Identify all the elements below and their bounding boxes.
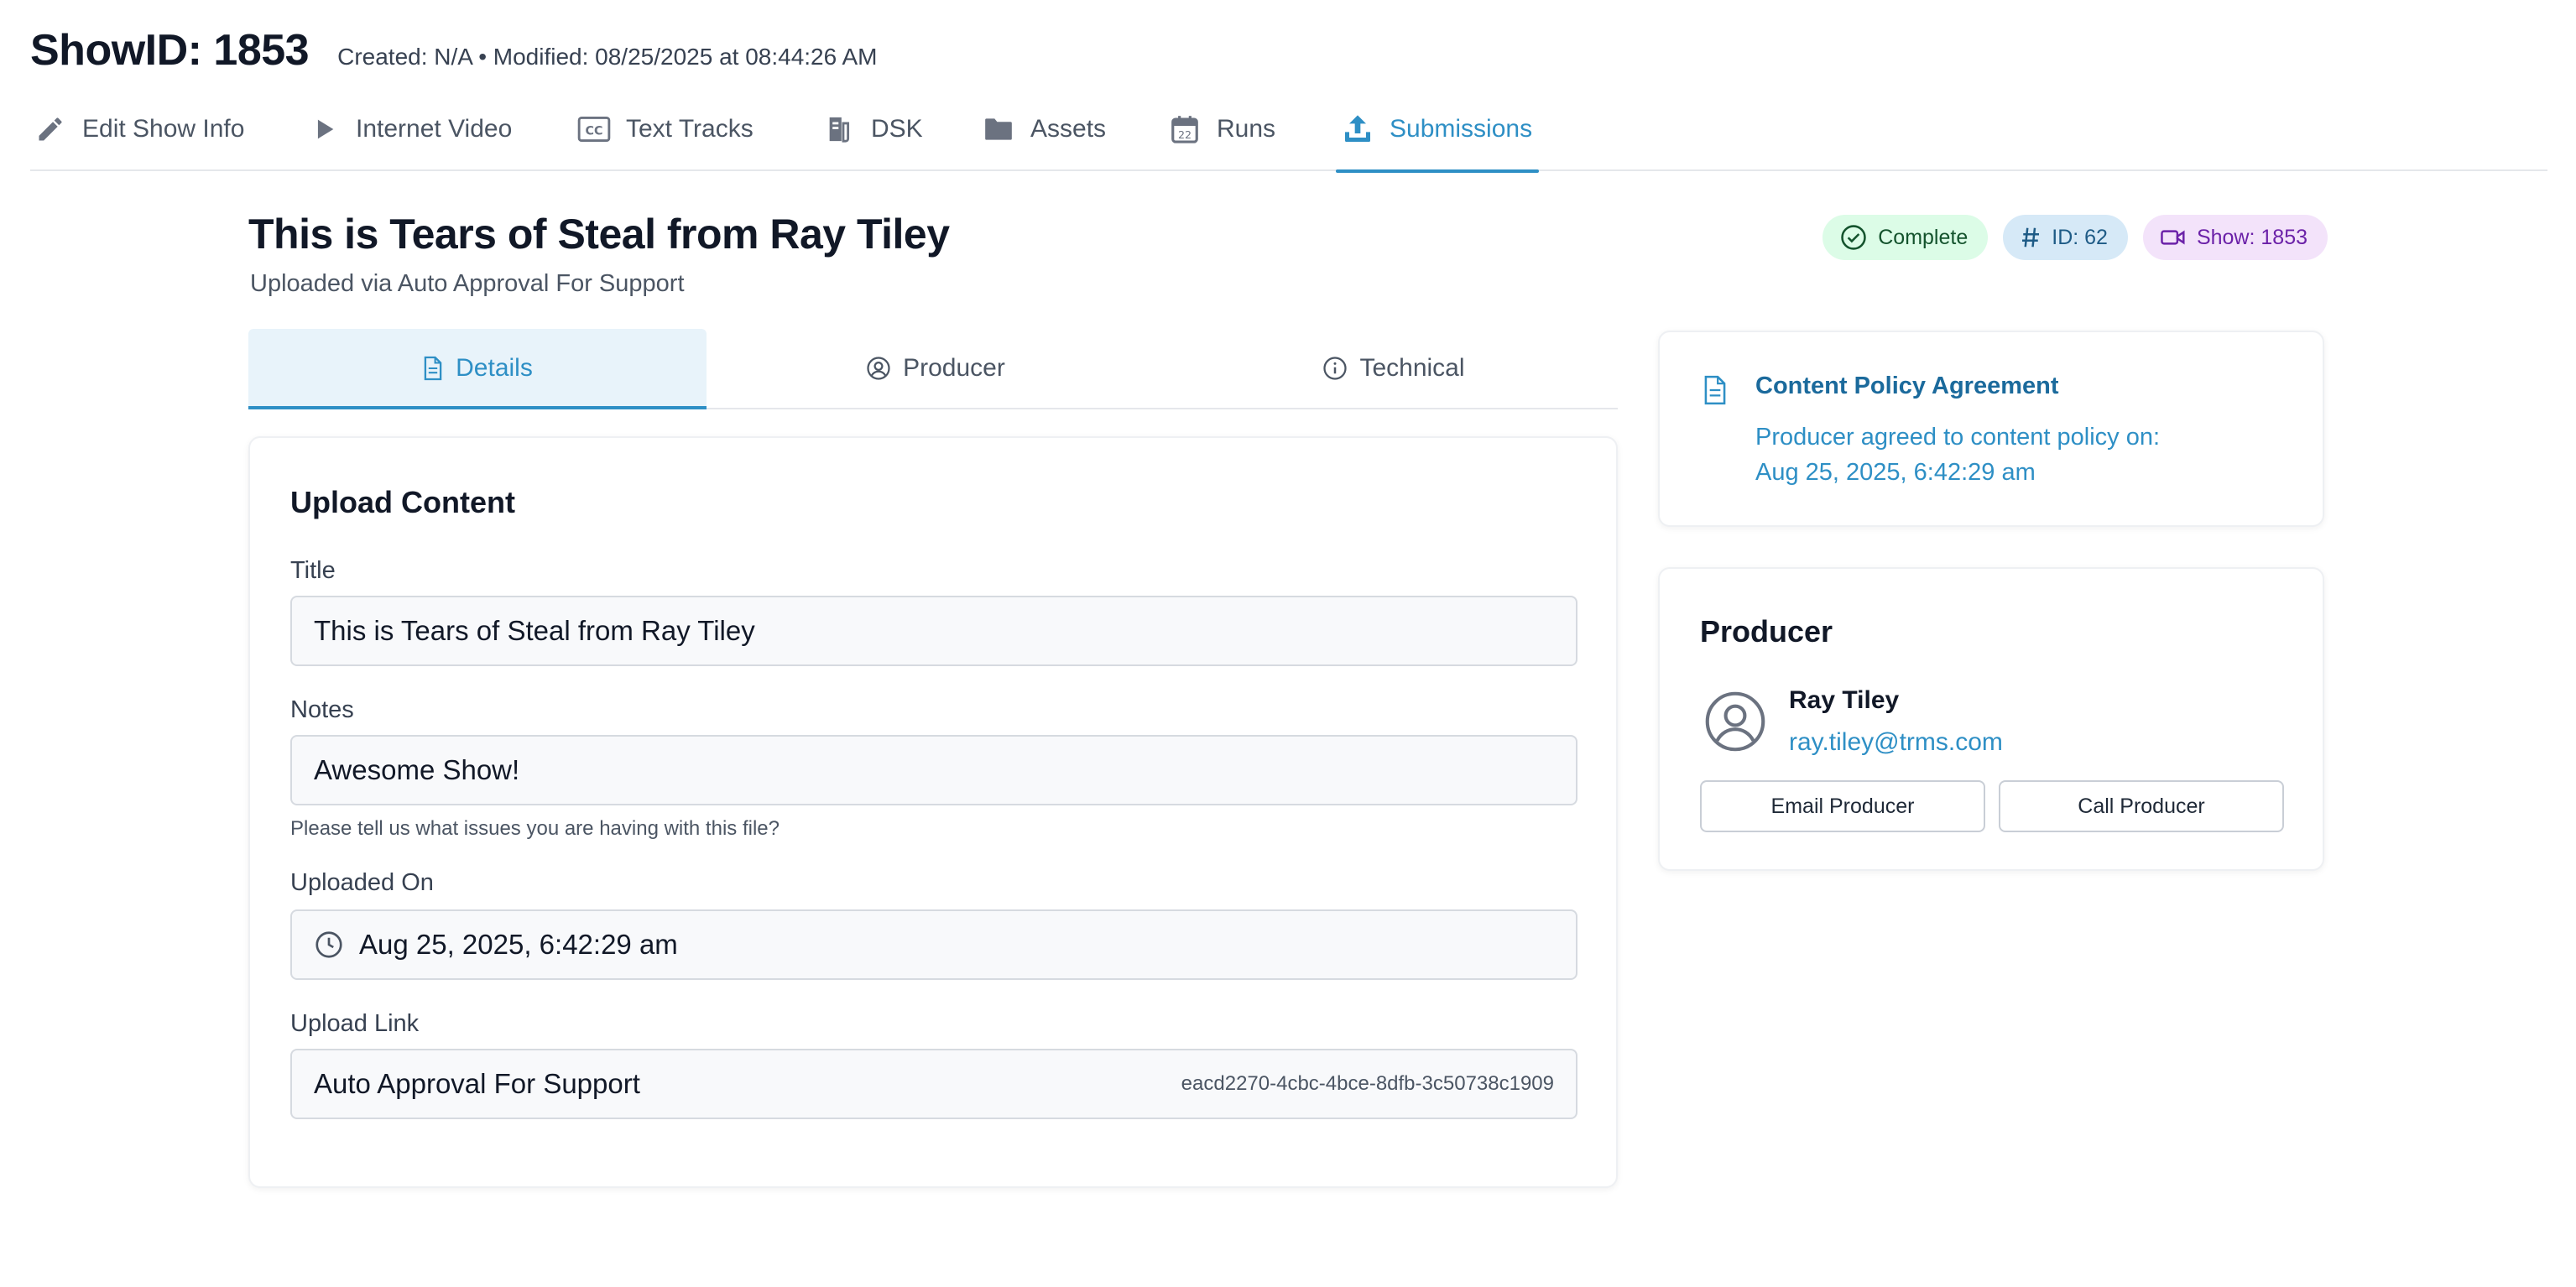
upload-link-id: eacd2270-4cbc-4bce-8dfb-3c50738c1909 [1181, 1072, 1554, 1095]
status-badge: Complete [1822, 215, 1989, 260]
folder-icon [982, 112, 1015, 146]
show-badge-label: Show: 1853 [2196, 225, 2307, 249]
notes-field[interactable]: Awesome Show! [290, 735, 1577, 805]
nav-label: Runs [1217, 115, 1276, 143]
user-circle-icon [866, 356, 891, 381]
call-producer-button[interactable]: Call Producer [1999, 780, 2284, 832]
content-policy-card: Content Policy Agreement Producer agreed… [1658, 331, 2324, 527]
id-badge-label: ID: 62 [2052, 225, 2108, 249]
upload-link-field[interactable]: Auto Approval For Support eacd2270-4cbc-… [290, 1049, 1577, 1119]
producer-card: Producer Ray Tiley ray.tiley@trms.com Em… [1658, 567, 2324, 871]
uploaded-on-label: Uploaded On [290, 869, 434, 896]
submission-subtitle: Uploaded via Auto Approval For Support [250, 270, 685, 297]
show-nav: Edit Show Info Internet Video CC Text Tr… [30, 94, 2547, 173]
nav-internet-video[interactable]: Internet Video [307, 94, 512, 171]
video-camera-icon [2160, 227, 2187, 248]
page-header: ShowID: 1853 Created: N/A • Modified: 08… [30, 25, 877, 76]
tab-label: Details [456, 354, 533, 382]
calendar-icon: 22 [1168, 112, 1202, 146]
nav-text-tracks[interactable]: CC Text Tracks [577, 94, 754, 171]
submission-title: This is Tears of Steal from Ray Tiley [248, 211, 950, 258]
tab-details[interactable]: Details [248, 329, 707, 409]
title-field[interactable]: This is Tears of Steal from Ray Tiley [290, 596, 1577, 666]
nav-submissions[interactable]: Submissions [1335, 94, 1540, 173]
email-producer-button[interactable]: Email Producer [1700, 780, 1985, 832]
show-meta: Created: N/A • Modified: 08/25/2025 at 0… [337, 44, 878, 70]
nav-label: Edit Show Info [82, 115, 245, 143]
policy-agreed-date: Aug 25, 2025, 6:42:29 am [1755, 459, 2036, 486]
closed-captions-icon: CC [577, 112, 611, 146]
nav-runs[interactable]: 22 Runs [1168, 94, 1275, 171]
document-icon [422, 355, 444, 382]
policy-title: Content Policy Agreement [1755, 373, 2059, 399]
tab-label: Producer [903, 354, 1005, 382]
notes-help-text: Please tell us what issues you are havin… [290, 817, 780, 840]
pencil-icon [34, 112, 67, 146]
nav-label: DSK [871, 115, 923, 143]
svg-text:CC: CC [586, 124, 603, 138]
id-badge: ID: 62 [2003, 215, 2128, 260]
nav-assets[interactable]: Assets [982, 94, 1106, 171]
hash-icon [2020, 225, 2042, 250]
uploaded-on-field[interactable]: Aug 25, 2025, 6:42:29 am [290, 909, 1577, 980]
notes-label: Notes [290, 696, 354, 723]
avatar [1703, 690, 1767, 758]
nav-label: Assets [1030, 115, 1107, 143]
upload-content-card: Upload Content Title This is Tears of St… [248, 436, 1618, 1188]
tab-producer[interactable]: Producer [707, 329, 1165, 408]
nav-edit-show-info[interactable]: Edit Show Info [34, 94, 244, 171]
show-badge: Show: 1853 [2142, 215, 2328, 260]
tab-technical[interactable]: Technical [1165, 329, 1623, 408]
document-icon [1702, 374, 1729, 410]
page-title: ShowID: 1853 [30, 26, 310, 75]
calendar-day-text: 22 [1178, 128, 1192, 141]
nav-label: Internet Video [356, 115, 513, 143]
title-label: Title [290, 557, 336, 584]
nav-label: Text Tracks [626, 115, 754, 143]
dsk-icon [822, 112, 856, 146]
tab-label: Technical [1359, 354, 1465, 382]
status-badge-label: Complete [1878, 225, 1969, 249]
upload-link-label: Upload Link [290, 1010, 420, 1037]
clock-icon [314, 930, 344, 960]
upload-link-value: Auto Approval For Support [314, 1068, 640, 1099]
info-icon [1322, 356, 1348, 381]
policy-line-1: Producer agreed to content policy on: [1755, 424, 2161, 451]
nav-label: Submissions [1390, 115, 1533, 143]
nav-dsk[interactable]: DSK [822, 94, 923, 171]
notes-value: Awesome Show! [314, 754, 520, 785]
producer-email-link[interactable]: ray.tiley@trms.com [1789, 728, 2003, 757]
uploaded-on-value: Aug 25, 2025, 6:42:29 am [359, 929, 678, 960]
title-value: This is Tears of Steal from Ray Tiley [314, 615, 755, 646]
upload-icon [1341, 112, 1374, 146]
badge-group: Complete ID: 62 Show: 1853 [1822, 215, 2328, 260]
check-circle-icon [1839, 223, 1868, 252]
producer-heading: Producer [1700, 614, 1833, 649]
policy-text: Producer agreed to content policy on: Au… [1755, 419, 2160, 490]
producer-name: Ray Tiley [1789, 686, 1900, 714]
card-heading: Upload Content [290, 485, 515, 519]
detail-tabs: Details Producer Technical [248, 329, 1618, 409]
play-icon [307, 112, 341, 146]
